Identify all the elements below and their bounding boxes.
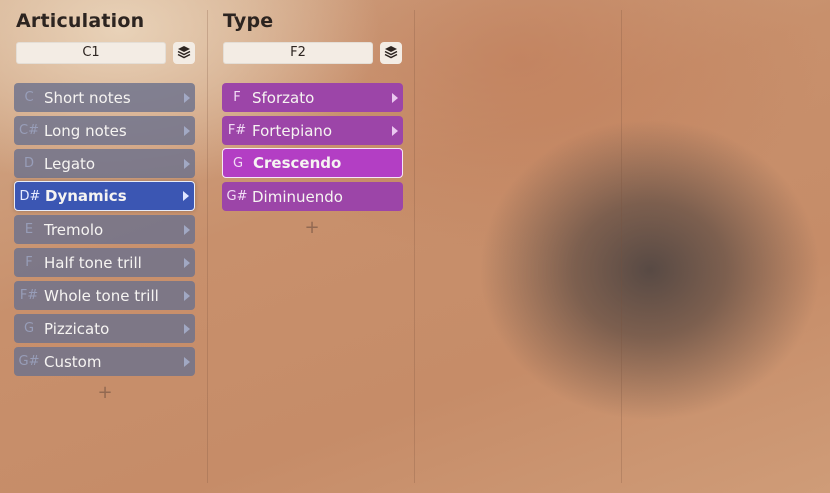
articulation-item-whole-tone-trill[interactable]: F# Whole tone trill: [14, 281, 195, 310]
note-label: E: [24, 222, 34, 237]
chevron-right-icon[interactable]: [182, 257, 192, 268]
note-label: F: [233, 90, 241, 105]
type-key-field[interactable]: F2: [223, 42, 373, 64]
item-label: Half tone trill: [44, 253, 142, 272]
item-label: Fortepiano: [252, 121, 333, 140]
type-item-fortepiano[interactable]: F# Fortepiano: [222, 116, 403, 145]
note-label: F#: [19, 288, 39, 303]
note-label: G#: [18, 354, 40, 369]
layers-icon: [177, 44, 191, 63]
note-label: D#: [19, 188, 41, 204]
add-type-button[interactable]: +: [302, 217, 322, 238]
item-label: Tremolo: [44, 220, 104, 239]
item-label: Whole tone trill: [44, 286, 159, 305]
column-divider-3: [621, 10, 622, 483]
layers-icon: [384, 44, 398, 63]
item-label: Short notes: [44, 88, 131, 107]
item-label: Sforzato: [252, 88, 315, 107]
type-item-sforzato[interactable]: F Sforzato: [222, 83, 403, 112]
item-label: Pizzicato: [44, 319, 110, 338]
chevron-right-icon[interactable]: [182, 158, 192, 169]
item-label: Long notes: [44, 121, 127, 140]
type-title: Type: [223, 10, 274, 32]
chevron-right-icon[interactable]: [182, 125, 192, 136]
note-label: F: [25, 255, 33, 270]
chevron-right-icon[interactable]: [182, 356, 192, 367]
note-label: C: [24, 90, 34, 105]
articulation-item-long-notes[interactable]: C# Long notes: [14, 116, 195, 145]
column-divider-1: [207, 10, 208, 483]
type-item-crescendo[interactable]: G Crescendo: [222, 148, 403, 178]
articulation-item-dynamics[interactable]: D# Dynamics: [14, 181, 195, 211]
chevron-right-icon[interactable]: [181, 191, 191, 201]
articulation-key-field[interactable]: C1: [16, 42, 166, 64]
note-label: G#: [226, 189, 248, 204]
item-label: Legato: [44, 154, 96, 173]
note-label: D: [23, 156, 34, 171]
articulation-title: Articulation: [16, 10, 145, 32]
chevron-right-icon[interactable]: [390, 92, 400, 103]
articulation-item-half-tone-trill[interactable]: F Half tone trill: [14, 248, 195, 277]
column-divider-2: [414, 10, 415, 483]
add-articulation-button[interactable]: +: [95, 382, 115, 403]
chevron-right-icon[interactable]: [182, 92, 192, 103]
item-label: Diminuendo: [252, 187, 343, 206]
item-label: Custom: [44, 352, 102, 371]
chevron-right-icon[interactable]: [182, 224, 192, 235]
articulation-item-tremolo[interactable]: E Tremolo: [14, 215, 195, 244]
note-label: F#: [227, 123, 247, 138]
chevron-right-icon[interactable]: [390, 125, 400, 136]
articulation-item-legato[interactable]: D Legato: [14, 149, 195, 178]
note-label: G: [232, 155, 244, 171]
articulation-item-custom[interactable]: G# Custom: [14, 347, 195, 376]
note-label: G: [23, 321, 35, 336]
chevron-right-icon[interactable]: [182, 323, 192, 334]
type-item-diminuendo[interactable]: G# Diminuendo: [222, 182, 403, 211]
articulation-item-pizzicato[interactable]: G Pizzicato: [14, 314, 195, 343]
chevron-right-icon[interactable]: [182, 290, 192, 301]
item-label: Dynamics: [45, 187, 127, 205]
type-layers-button[interactable]: [380, 42, 402, 64]
articulation-item-short-notes[interactable]: C Short notes: [14, 83, 195, 112]
note-label: C#: [19, 123, 39, 138]
item-label: Crescendo: [253, 154, 342, 172]
articulation-layers-button[interactable]: [173, 42, 195, 64]
